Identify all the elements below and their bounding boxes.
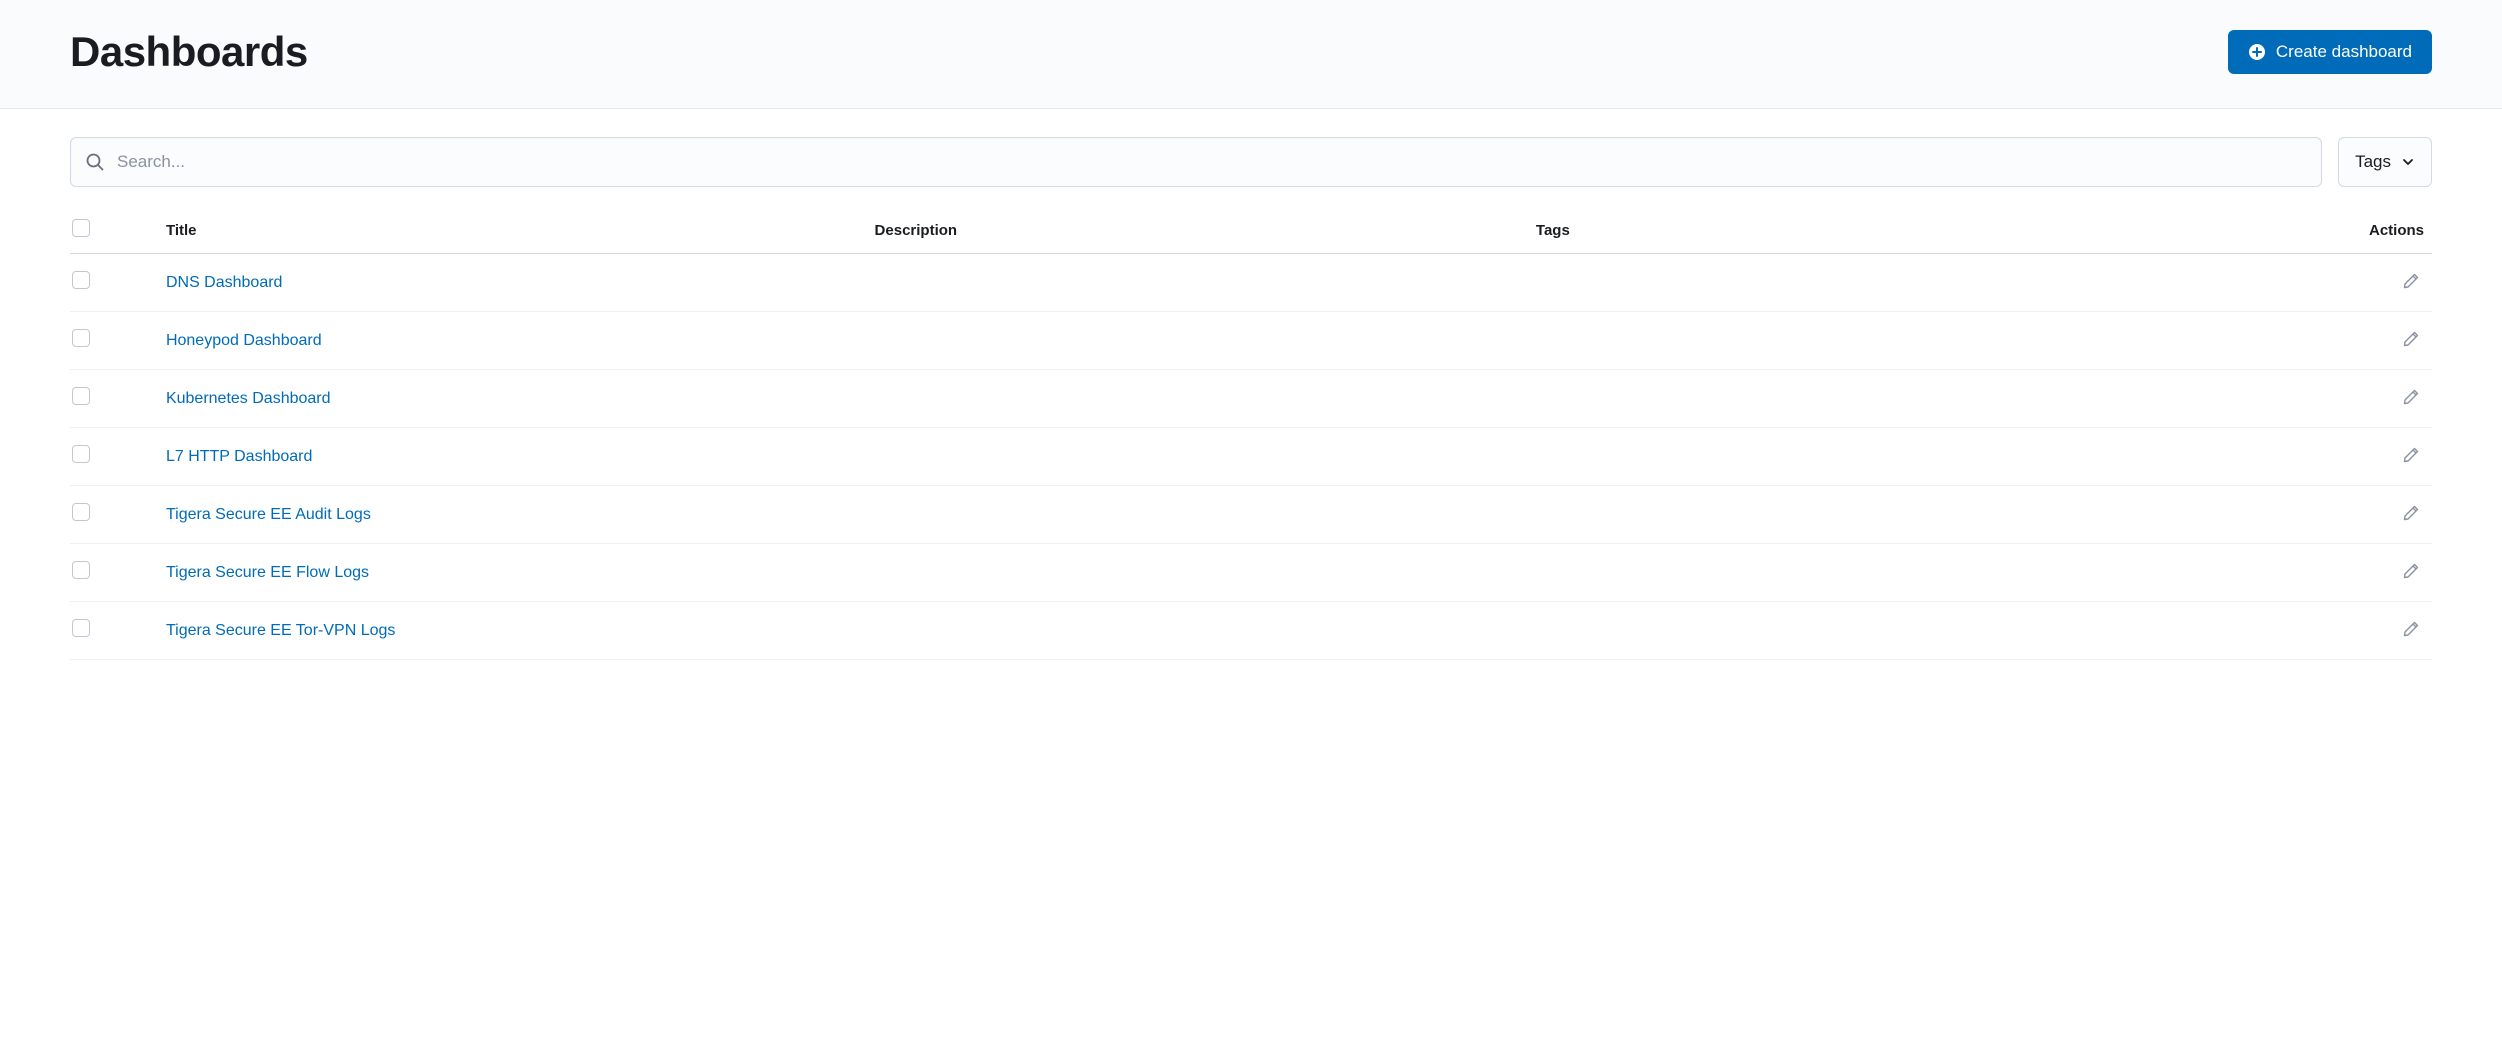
search-wrapper[interactable] (70, 137, 2322, 187)
dashboard-link[interactable]: DNS Dashboard (166, 274, 283, 291)
row-checkbox[interactable] (72, 561, 90, 579)
pencil-icon (2402, 272, 2420, 293)
table-row: Tigera Secure EE Flow Logs (70, 544, 2432, 602)
dashboard-tags (1528, 602, 2237, 660)
dashboard-description (867, 254, 1528, 312)
pencil-icon (2402, 388, 2420, 409)
dashboards-table: Title Description Tags Actions DNS Dashb… (70, 207, 2432, 660)
search-input[interactable] (105, 138, 2307, 186)
search-icon (85, 152, 105, 172)
pencil-icon (2402, 620, 2420, 641)
pencil-icon (2402, 330, 2420, 351)
column-actions: Actions (2237, 207, 2433, 254)
plus-circle-icon (2248, 43, 2266, 61)
tags-filter-button[interactable]: Tags (2338, 137, 2432, 187)
dashboard-link[interactable]: L7 HTTP Dashboard (166, 448, 312, 465)
row-checkbox[interactable] (72, 445, 90, 463)
edit-button[interactable] (2398, 558, 2424, 587)
page-header: Dashboards Create dashboard (0, 0, 2502, 109)
dashboard-description (867, 544, 1528, 602)
table-row: Kubernetes Dashboard (70, 370, 2432, 428)
column-title[interactable]: Title (158, 207, 867, 254)
edit-button[interactable] (2398, 268, 2424, 297)
content: Tags Title Description Tags Actions DNS … (0, 109, 2502, 688)
dashboard-description (867, 370, 1528, 428)
dashboard-tags (1528, 254, 2237, 312)
row-checkbox[interactable] (72, 503, 90, 521)
dashboard-description (867, 486, 1528, 544)
page-title: Dashboards (70, 28, 308, 76)
edit-button[interactable] (2398, 616, 2424, 645)
edit-button[interactable] (2398, 326, 2424, 355)
table-row: Tigera Secure EE Tor-VPN Logs (70, 602, 2432, 660)
dashboard-description (867, 312, 1528, 370)
row-checkbox[interactable] (72, 329, 90, 347)
dashboard-tags (1528, 486, 2237, 544)
row-checkbox[interactable] (72, 619, 90, 637)
search-filter-row: Tags (70, 137, 2432, 187)
column-description: Description (867, 207, 1528, 254)
create-button-label: Create dashboard (2276, 42, 2412, 62)
edit-button[interactable] (2398, 442, 2424, 471)
select-all-checkbox[interactable] (72, 219, 90, 237)
dashboard-tags (1528, 428, 2237, 486)
edit-button[interactable] (2398, 500, 2424, 529)
pencil-icon (2402, 562, 2420, 583)
row-checkbox[interactable] (72, 387, 90, 405)
dashboard-tags (1528, 544, 2237, 602)
column-tags: Tags (1528, 207, 2237, 254)
dashboard-link[interactable]: Tigera Secure EE Audit Logs (166, 506, 371, 523)
chevron-down-icon (2401, 155, 2415, 169)
table-header-row: Title Description Tags Actions (70, 207, 2432, 254)
pencil-icon (2402, 504, 2420, 525)
tags-filter-label: Tags (2355, 152, 2391, 172)
table-row: L7 HTTP Dashboard (70, 428, 2432, 486)
table-row: Tigera Secure EE Audit Logs (70, 486, 2432, 544)
dashboard-tags (1528, 312, 2237, 370)
dashboard-link[interactable]: Kubernetes Dashboard (166, 390, 331, 407)
dashboard-description (867, 602, 1528, 660)
create-dashboard-button[interactable]: Create dashboard (2228, 30, 2432, 74)
dashboard-link[interactable]: Honeypod Dashboard (166, 332, 322, 349)
table-row: Honeypod Dashboard (70, 312, 2432, 370)
edit-button[interactable] (2398, 384, 2424, 413)
dashboard-link[interactable]: Tigera Secure EE Flow Logs (166, 564, 369, 581)
dashboard-tags (1528, 370, 2237, 428)
pencil-icon (2402, 446, 2420, 467)
dashboard-link[interactable]: Tigera Secure EE Tor-VPN Logs (166, 622, 395, 639)
table-row: DNS Dashboard (70, 254, 2432, 312)
row-checkbox[interactable] (72, 271, 90, 289)
dashboard-description (867, 428, 1528, 486)
